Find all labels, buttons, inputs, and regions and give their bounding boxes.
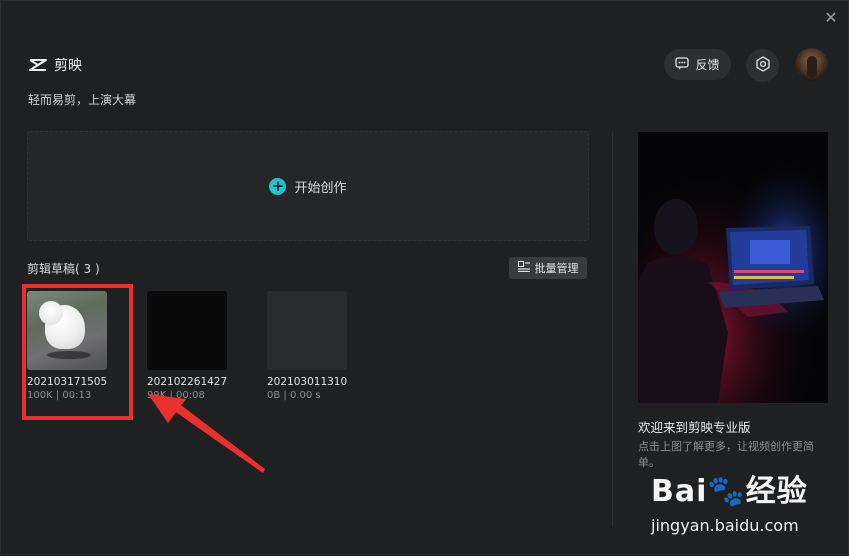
watermark-url: jingyan.baidu.com — [651, 516, 799, 535]
promo-title: 欢迎来到剪映专业版 — [638, 420, 751, 435]
promo-image[interactable] — [638, 132, 828, 403]
vertical-divider — [612, 131, 613, 526]
baidu-watermark: Bai🐾经验 — [651, 474, 808, 509]
app-window: ✕ 剪映 轻而易剪，上演大幕 反馈 + 开始创作 剪辑草稿(3) 批量管理 … — [0, 0, 849, 555]
